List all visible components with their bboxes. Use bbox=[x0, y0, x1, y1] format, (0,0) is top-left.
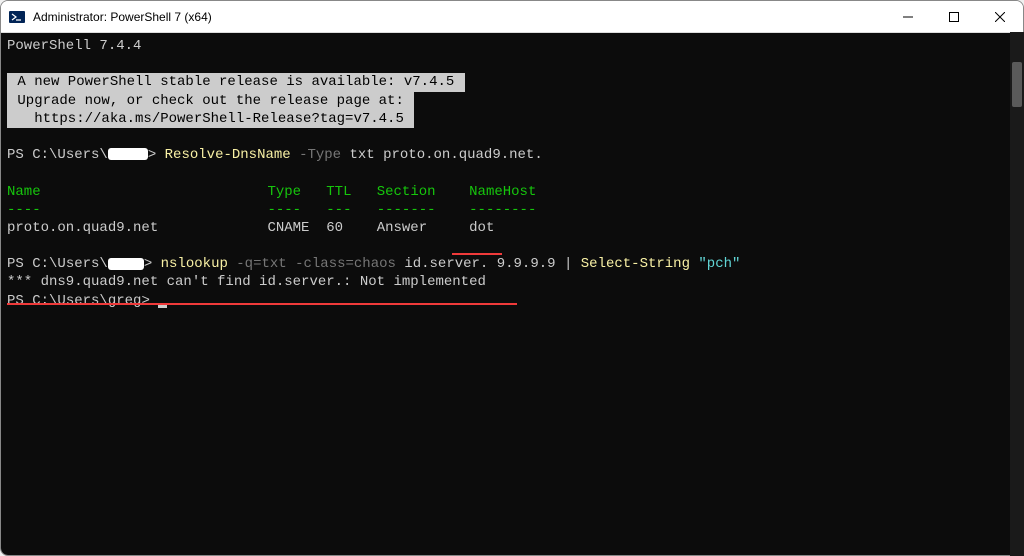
notice-line2: Upgrade now, or check out the release pa… bbox=[7, 92, 414, 110]
ps-prefix: PS bbox=[7, 293, 32, 309]
redacted-username bbox=[108, 258, 144, 270]
gt: > bbox=[141, 293, 158, 309]
cell-namehost: dot bbox=[469, 220, 494, 236]
titlebar[interactable]: Administrator: PowerShell 7 (x64) bbox=[1, 1, 1023, 33]
cell-ttl: 60 bbox=[326, 220, 343, 236]
args: id.server. 9.9.9.9 bbox=[404, 256, 564, 272]
powershell-icon bbox=[9, 9, 25, 25]
d-section: ------- bbox=[377, 202, 436, 218]
terminal-output[interactable]: PowerShell 7.4.4 A new PowerShell stable… bbox=[1, 33, 1023, 555]
args: txt proto.on.quad9.net. bbox=[350, 147, 543, 163]
string: "pch" bbox=[698, 256, 740, 272]
gt: > bbox=[148, 147, 165, 163]
scrollbar-thumb[interactable] bbox=[1012, 62, 1022, 107]
blank bbox=[7, 237, 1017, 255]
prompt-line-2: PS C:\Users\ > nslookup -q=txt -class=cha… bbox=[7, 255, 1017, 273]
pipe: | bbox=[564, 256, 581, 272]
table-divider: ---- ---- --- ------- -------- bbox=[7, 201, 1017, 219]
ps-prefix: PS bbox=[7, 256, 32, 272]
cmd2: Select-String bbox=[581, 256, 699, 272]
col-namehost: NameHost bbox=[469, 184, 536, 200]
d-name: ---- bbox=[7, 202, 41, 218]
close-button[interactable] bbox=[977, 1, 1023, 33]
gt: > bbox=[144, 256, 161, 272]
d-namehost: -------- bbox=[469, 202, 536, 218]
notice: Upgrade now, or check out the release pa… bbox=[7, 92, 1017, 110]
notice: A new PowerShell stable release is avail… bbox=[7, 73, 1017, 91]
notice: https://aka.ms/PowerShell-Release?tag=v7… bbox=[7, 110, 1017, 128]
window-controls bbox=[885, 1, 1023, 32]
col-name: Name bbox=[7, 184, 41, 200]
prompt-line-3: PS C:\Users\greg> bbox=[7, 292, 1017, 310]
notice-line1: A new PowerShell stable release is avail… bbox=[7, 73, 465, 91]
annotation-underline-1 bbox=[452, 253, 502, 255]
table-header: Name Type TTL Section NameHost bbox=[7, 183, 1017, 201]
maximize-button[interactable] bbox=[931, 1, 977, 33]
scrollbar[interactable] bbox=[1010, 32, 1024, 556]
window-title: Administrator: PowerShell 7 (x64) bbox=[33, 10, 885, 24]
blank bbox=[7, 128, 1017, 146]
d-ttl: --- bbox=[326, 202, 351, 218]
path: C:\Users\greg bbox=[32, 293, 141, 309]
table-row: proto.on.quad9.net CNAME 60 Answer dot bbox=[7, 219, 1017, 237]
version-line: PowerShell 7.4.4 bbox=[7, 37, 1017, 55]
cmd: nslookup bbox=[161, 256, 237, 272]
blank bbox=[7, 164, 1017, 182]
cell-type: CNAME bbox=[267, 220, 309, 236]
powershell-window: Administrator: PowerShell 7 (x64) PowerS… bbox=[0, 0, 1024, 556]
cursor bbox=[158, 305, 167, 308]
annotation-underline-2 bbox=[7, 303, 517, 305]
flag: -Type bbox=[299, 147, 349, 163]
cmdlet: Resolve-DnsName bbox=[165, 147, 299, 163]
col-ttl: TTL bbox=[326, 184, 351, 200]
path: C:\Users\ bbox=[32, 147, 108, 163]
error-line: *** dns9.quad9.net can't find id.server.… bbox=[7, 273, 1017, 291]
col-type: Type bbox=[267, 184, 301, 200]
minimize-button[interactable] bbox=[885, 1, 931, 33]
redacted-username bbox=[108, 148, 148, 160]
notice-line3: https://aka.ms/PowerShell-Release?tag=v7… bbox=[7, 110, 414, 128]
flags: -q=txt -class=chaos bbox=[236, 256, 404, 272]
col-section: Section bbox=[377, 184, 436, 200]
blank bbox=[7, 55, 1017, 73]
ps-prefix: PS bbox=[7, 147, 32, 163]
path: C:\Users\ bbox=[32, 256, 108, 272]
cell-name: proto.on.quad9.net bbox=[7, 220, 158, 236]
d-type: ---- bbox=[267, 202, 301, 218]
prompt-line-1: PS C:\Users\ > Resolve-DnsName -Type txt … bbox=[7, 146, 1017, 164]
cell-section: Answer bbox=[377, 220, 427, 236]
